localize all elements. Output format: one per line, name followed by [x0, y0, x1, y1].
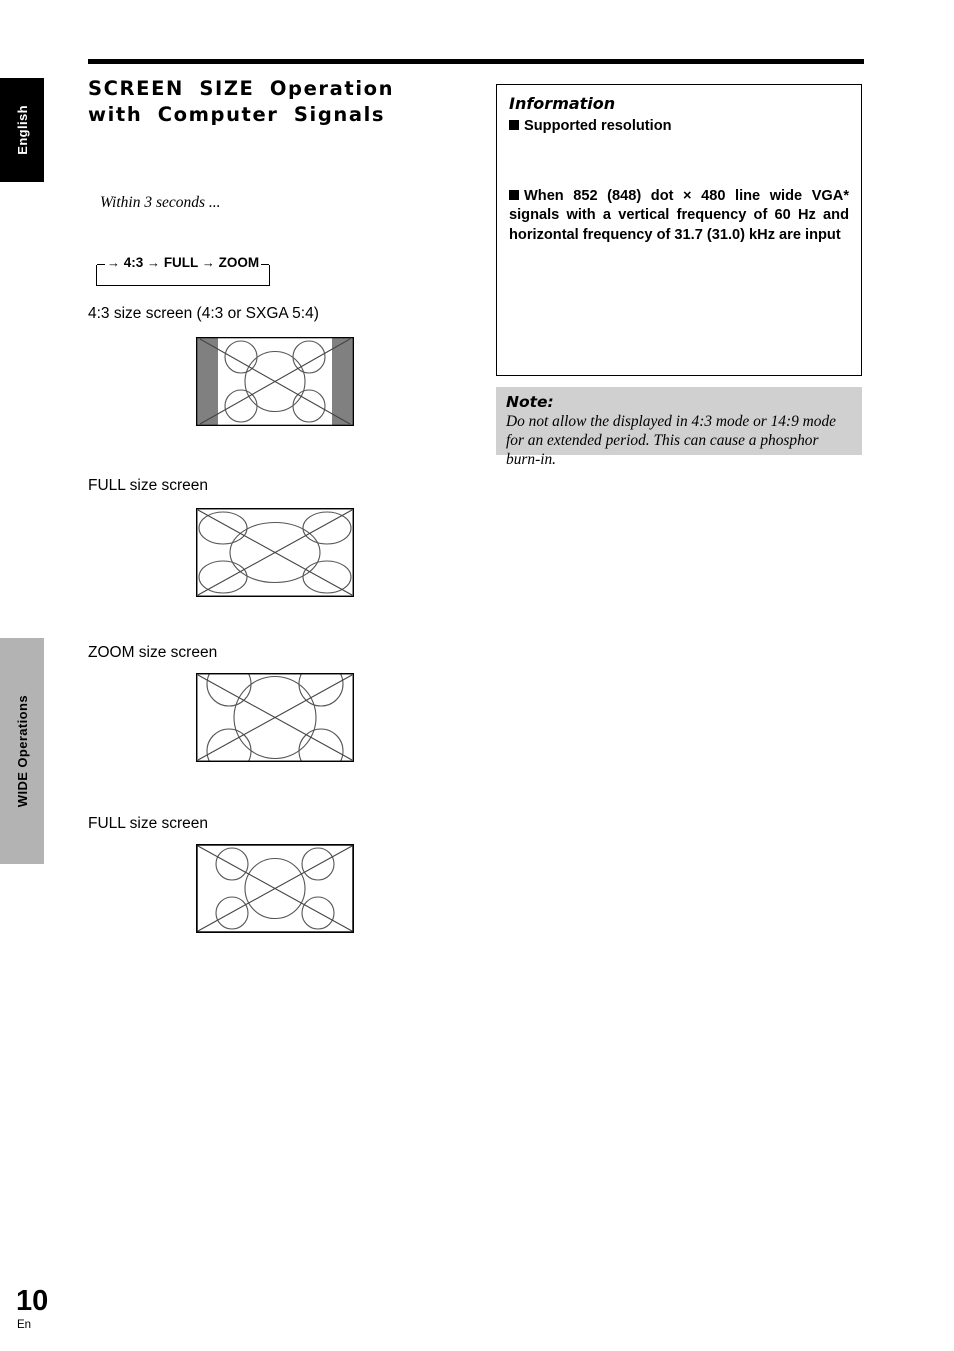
screen-label-zoom: ZOOM size screen [88, 644, 218, 661]
diagram-zoom-screen [196, 673, 354, 762]
mode-cycle-indicator: → 4:3 → FULL → ZOOM [96, 255, 270, 286]
cycle-mode-0: 4:3 [123, 255, 144, 270]
arrow-icon-1: → [147, 255, 161, 270]
sidebar-tab-language: English [0, 78, 44, 182]
note-body: Do not allow the displayed in 4:3 mode o… [506, 413, 837, 468]
page-header: SCREEN SIZE Operation with Computer Sign… [88, 76, 460, 128]
screen-label-4-3: 4:3 size screen (4:3 or SXGA 5:4) [88, 305, 319, 322]
information-heading: Information [509, 94, 616, 113]
note-panel: Note: Do not allow the displayed in 4:3 … [496, 387, 862, 468]
square-bullet-icon [509, 189, 519, 200]
page-title: SCREEN SIZE Operation with Computer Sign… [88, 77, 395, 126]
sidebar-tab-section: WIDE Operations [0, 638, 44, 864]
mode-cycle-label: → 4:3 → FULL → ZOOM [105, 255, 262, 271]
sidebar-tab-language-label: English [14, 105, 30, 155]
information-panel: Information Supported resolution When 85… [496, 84, 862, 376]
diagram-full-screen-1 [196, 508, 354, 597]
within-seconds-text: Within 3 seconds ... [100, 194, 221, 211]
page-number: 10 [16, 1285, 49, 1317]
information-item-0-text: Supported resolution [524, 118, 672, 134]
cycle-mode-2: ZOOM [218, 255, 260, 270]
cycle-mode-1: FULL [163, 255, 199, 270]
arrow-icon-2: → [201, 255, 215, 270]
screen-label-full-1: FULL size screen [88, 477, 209, 494]
information-item-1-text: When 852 (848) dot × 480 line wide VGA* … [509, 187, 849, 243]
information-item-0: Supported resolution [509, 117, 849, 137]
screen-label-full-2: FULL size screen [88, 815, 209, 832]
header-rule [88, 59, 864, 64]
note-heading: Note: [506, 393, 554, 411]
square-bullet-icon [509, 120, 519, 130]
sidebar-tab-section-label: WIDE Operations [14, 694, 30, 808]
page-language-code: En [17, 1319, 32, 1331]
arrow-icon-0: → [107, 255, 120, 270]
information-item-1: When 852 (848) dot × 480 line wide VGA* … [509, 187, 849, 246]
diagram-full-screen-2 [196, 844, 354, 933]
diagram-4-3-screen [196, 337, 354, 426]
